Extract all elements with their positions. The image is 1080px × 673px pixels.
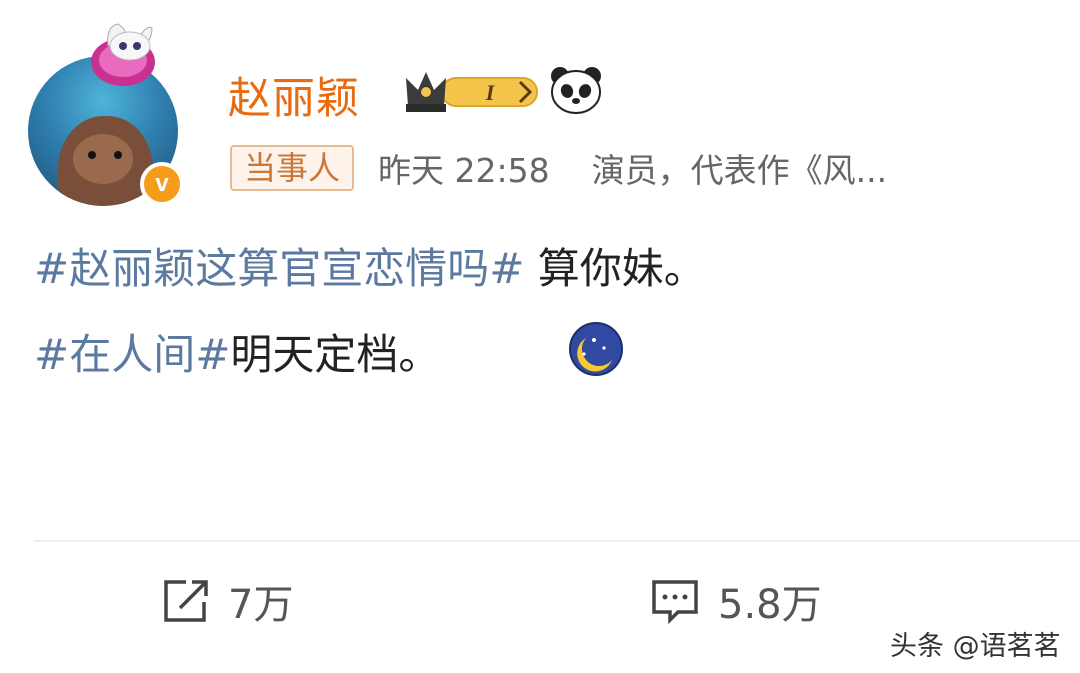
comment-icon (652, 580, 698, 625)
topic-link[interactable]: #在人间# (34, 330, 230, 379)
divider (34, 540, 1080, 542)
vip-level: I (485, 80, 496, 105)
moon-emoji-icon (569, 322, 623, 376)
post-line-1: #赵丽颖这算官宣恋情吗# 算你妹。 (34, 248, 706, 290)
post-time-bio: 昨天 22:58 演员，代表作《风... (378, 144, 887, 192)
comment-button[interactable]: 5.8万 (648, 572, 822, 630)
avatar-face (73, 134, 133, 184)
comment-count: 5.8万 (718, 582, 822, 628)
topic-link[interactable]: #赵丽颖这算官宣恋情吗# (34, 244, 524, 293)
bio-separator (560, 151, 581, 190)
avatar-eye-right (114, 151, 122, 159)
avatar-container[interactable]: v (28, 16, 188, 206)
post-meta: 当事人 昨天 22:58 演员，代表作《风... (230, 144, 887, 192)
share-icon (164, 580, 208, 622)
post-text: 明天定档。 (230, 330, 441, 379)
user-bio[interactable]: 演员，代表作《风... (592, 151, 887, 190)
post-text: 算你妹。 (524, 244, 706, 293)
verified-v-icon: v (140, 162, 184, 206)
share-button[interactable]: 7万 (158, 572, 293, 630)
party-tag: 当事人 (230, 145, 355, 191)
username[interactable]: 赵丽颖 (228, 64, 360, 126)
post-line-2: #在人间#明天定档。 (34, 334, 440, 376)
post-time: 昨天 22:58 (378, 151, 550, 190)
avatar-eye-left (88, 151, 96, 159)
panda-emoji-icon (551, 67, 601, 114)
vip-crown-icon[interactable]: I (402, 66, 542, 116)
share-count: 7万 (228, 582, 294, 628)
avatar-sticker-icon (91, 23, 155, 86)
watermark: 头条 @语茗茗 (890, 631, 1061, 662)
